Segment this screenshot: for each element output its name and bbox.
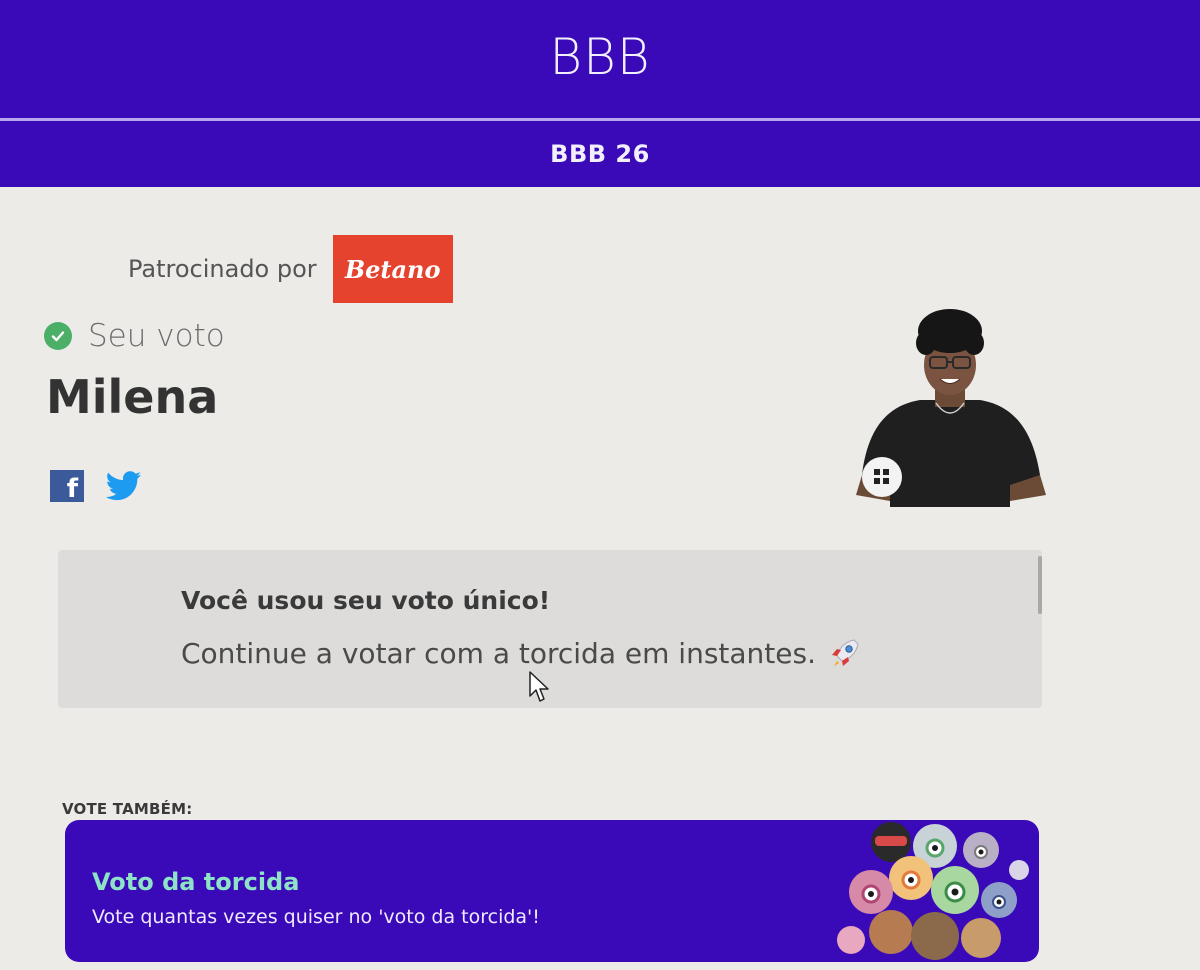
fan-vote-title: Voto da torcida <box>92 868 300 896</box>
share-buttons: f <box>50 470 142 502</box>
fan-vote-card[interactable]: Voto da torcida Vote quantas vezes quise… <box>65 820 1039 962</box>
top-header: BBB <box>0 0 1200 118</box>
confirmation-title: Você usou seu voto único! <box>181 586 551 615</box>
confirmation-subtitle-row: Continue a votar com a torcida em instan… <box>181 636 862 670</box>
check-icon <box>44 322 72 350</box>
vote-confirmation-box: Você usou seu voto único! Continue a vot… <box>58 550 1042 708</box>
vote-also-label: VOTE TAMBÉM: <box>62 800 193 818</box>
sponsor-label: Patrocinado por <box>128 255 317 283</box>
vote-status: Seu voto <box>44 318 225 354</box>
page: BBB BBB 26 Patrocinado por Betano Seu vo… <box>0 0 1200 970</box>
twitter-icon[interactable] <box>106 471 142 501</box>
brand-logo[interactable]: BBB <box>549 28 650 86</box>
sponsor-block: Patrocinado por Betano <box>128 235 453 303</box>
participant-photo <box>856 309 1046 507</box>
fan-illustration <box>837 822 1029 960</box>
fan-vote-description: Vote quantas vezes quiser no 'voto da to… <box>92 906 540 928</box>
confirmation-subtitle: Continue a votar com a torcida em instan… <box>181 636 816 670</box>
sub-header: BBB 26 <box>0 121 1200 187</box>
vote-status-label: Seu voto <box>88 318 225 354</box>
sponsor-logo[interactable]: Betano <box>332 235 453 303</box>
facebook-icon[interactable]: f <box>50 470 84 502</box>
rocket-icon <box>831 639 859 666</box>
edition-link[interactable]: BBB 26 <box>550 140 650 168</box>
mouse-cursor-icon <box>529 671 549 702</box>
voted-participant-name: Milena <box>46 370 219 424</box>
scrollbar[interactable] <box>1038 556 1042 614</box>
sponsor-logo-text: Betano <box>344 254 441 284</box>
